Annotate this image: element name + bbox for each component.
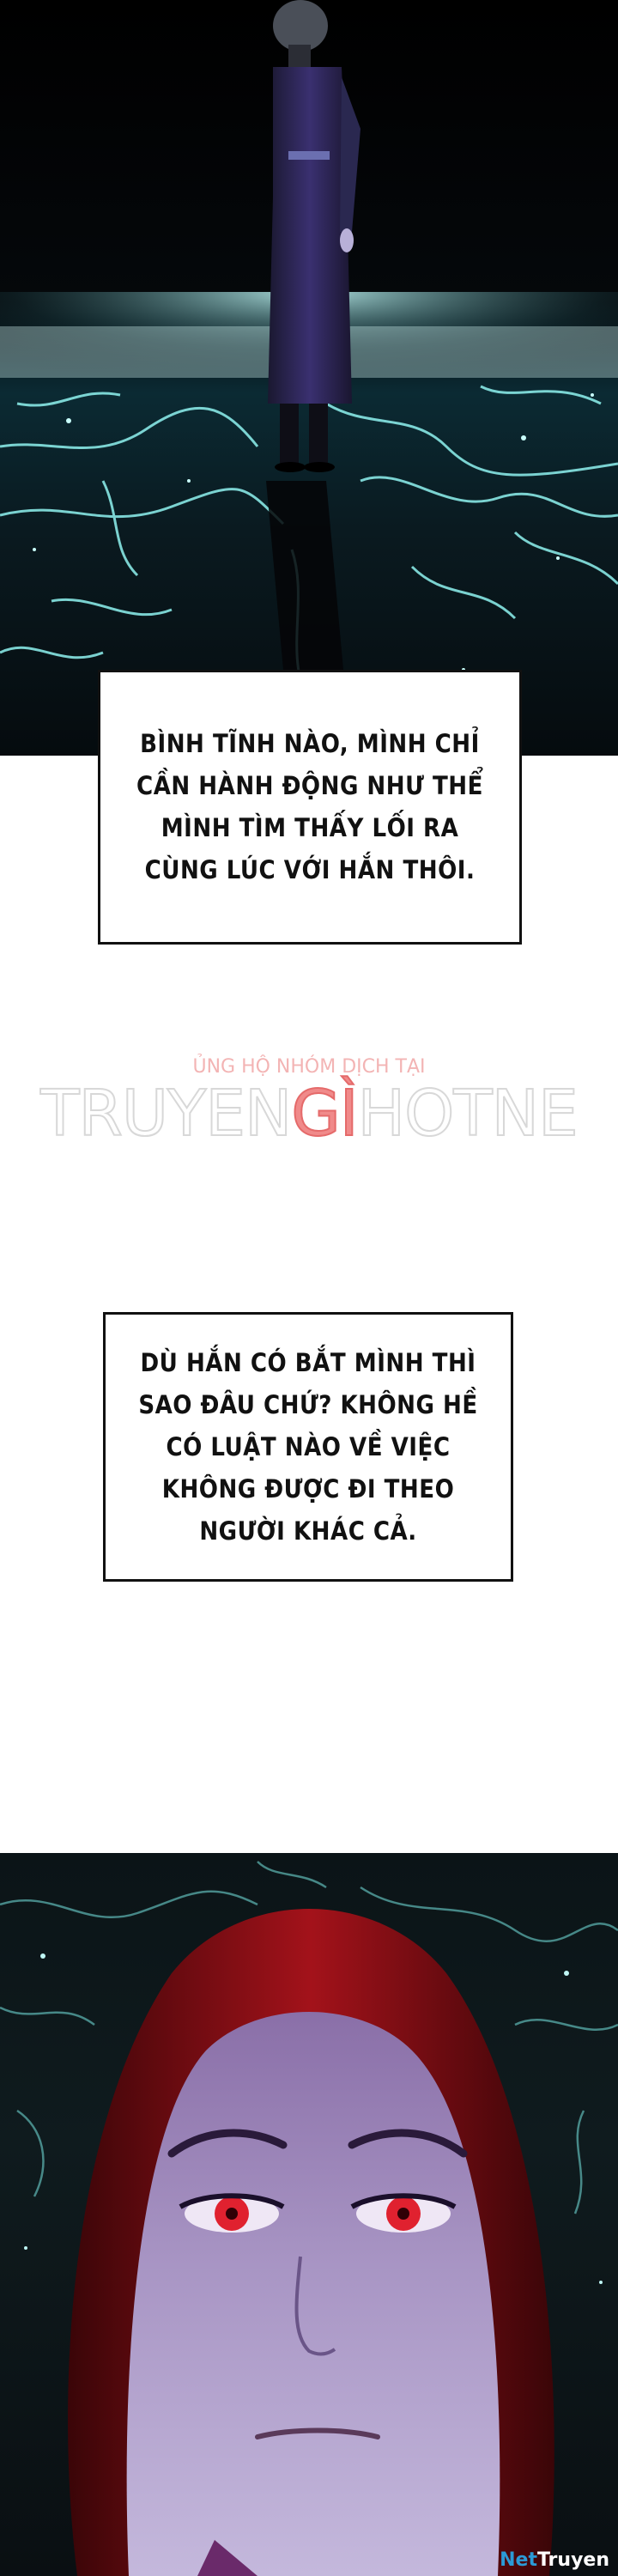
watermark-name-accent: GÌ [290, 1077, 359, 1151]
standing-figure [268, 0, 360, 472]
watermark-name-part-2: HOTNE [357, 1077, 579, 1151]
logo-part-2: Truyen [536, 2549, 609, 2571]
watermark-name-part-1: TRUYEN [39, 1077, 293, 1151]
closeup-face-illustration [0, 1861, 618, 2576]
narration-text-1: BÌNH TĨNH NÀO, MÌNH CHỈ CẦN HÀNH ĐỘNG NH… [136, 729, 483, 884]
nettruyen-logo: NetTruyen [500, 2549, 609, 2571]
figure-reflection [266, 481, 343, 670]
standing-figure-illustration [0, 0, 618, 705]
scanlation-watermark: ỦNG HỘ NHÓM DỊCH TẠI TRUYENGÌHOTNE [0, 1056, 618, 1151]
manga-panel-closeup-face: NetTruyen [0, 1853, 618, 2576]
watermark-site-name: TRUYENGÌHOTNE [0, 1077, 618, 1151]
manga-panel-standing-figure [0, 0, 618, 756]
narration-caption-1: BÌNH TĨNH NÀO, MÌNH CHỈ CẦN HÀNH ĐỘNG NH… [98, 670, 522, 945]
watermark-tagline: ỦNG HỘ NHÓM DỊCH TẠI [192, 1056, 426, 1078]
logo-part-1: Net [500, 2549, 537, 2571]
narration-text-2: DÙ HẮN CÓ BẮT MÌNH THÌ SAO ĐÂU CHỨ? KHÔN… [138, 1347, 478, 1546]
narration-caption-2: DÙ HẮN CÓ BẮT MÌNH THÌ SAO ĐÂU CHỨ? KHÔN… [103, 1312, 513, 1582]
